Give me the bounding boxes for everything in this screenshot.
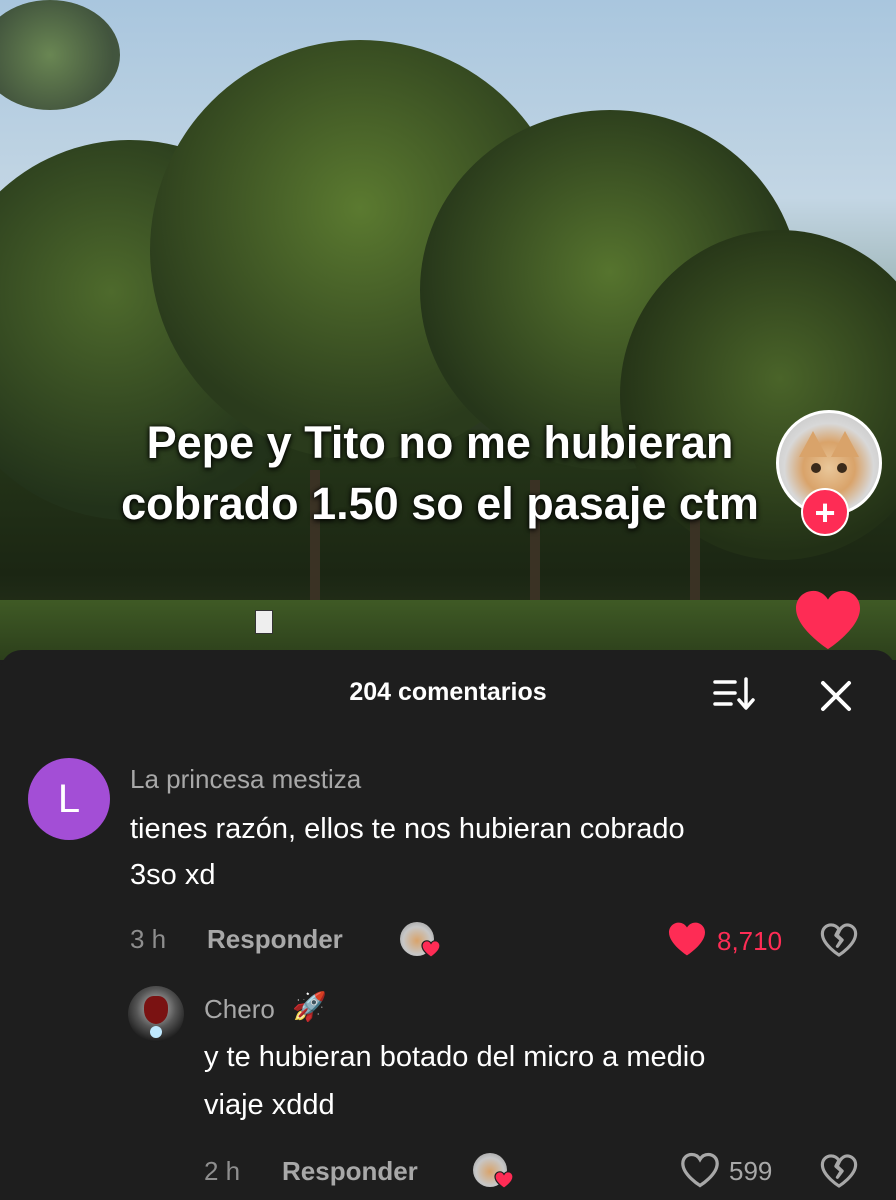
commenter-avatar[interactable]: L bbox=[28, 758, 110, 840]
reply-button[interactable]: Responder bbox=[282, 1156, 418, 1187]
like-heart-icon[interactable] bbox=[792, 588, 864, 652]
cat-eye bbox=[837, 463, 847, 473]
close-icon[interactable] bbox=[818, 678, 854, 714]
creator-heart-icon bbox=[421, 940, 441, 958]
dislike-icon[interactable] bbox=[820, 1153, 858, 1189]
comment-text: viaje xddd bbox=[204, 1089, 335, 1121]
sort-icon[interactable] bbox=[713, 676, 757, 712]
comment-timestamp: 3 h bbox=[130, 924, 167, 954]
comment-text: tienes razón, ellos te nos hubieran cobr… bbox=[130, 813, 685, 845]
comment-timestamp: 2 h bbox=[204, 1156, 241, 1186]
comment-text: 3so xd bbox=[130, 859, 216, 891]
like-count: 599 bbox=[729, 1156, 773, 1186]
rocket-emoji: 🚀 bbox=[292, 991, 327, 1022]
comment-username[interactable]: La princesa mestiza bbox=[130, 764, 361, 795]
street-sign bbox=[255, 610, 273, 634]
creator-heart-icon bbox=[494, 1171, 514, 1189]
background-foliage bbox=[0, 0, 120, 110]
reply-button[interactable]: Responder bbox=[207, 924, 343, 955]
commenter-avatar[interactable] bbox=[128, 986, 184, 1042]
cat-ear bbox=[799, 431, 827, 457]
like-heart-icon[interactable] bbox=[680, 1152, 720, 1188]
dislike-icon[interactable] bbox=[820, 922, 858, 958]
avatar-mask-shape bbox=[144, 996, 168, 1024]
avatar-arc-shape bbox=[150, 1026, 162, 1038]
cat-ear bbox=[831, 431, 859, 457]
video-player[interactable]: Pepe y Tito no me hubieran cobrado 1.50 … bbox=[0, 0, 896, 660]
comment-text: y te hubieran botado del micro a medio bbox=[204, 1041, 706, 1073]
comments-sheet: 204 comentarios L La princesa mestiza ti… bbox=[0, 650, 896, 1200]
cat-eye bbox=[811, 463, 821, 473]
comment-username[interactable]: Chero bbox=[204, 994, 275, 1025]
follow-plus-icon[interactable]: + bbox=[801, 488, 849, 536]
video-caption: Pepe y Tito no me hubieran cobrado 1.50 … bbox=[121, 417, 759, 529]
like-heart-icon[interactable] bbox=[667, 921, 707, 957]
like-count: 8,710 bbox=[717, 926, 783, 956]
comments-count-title: 204 comentarios bbox=[349, 678, 547, 706]
